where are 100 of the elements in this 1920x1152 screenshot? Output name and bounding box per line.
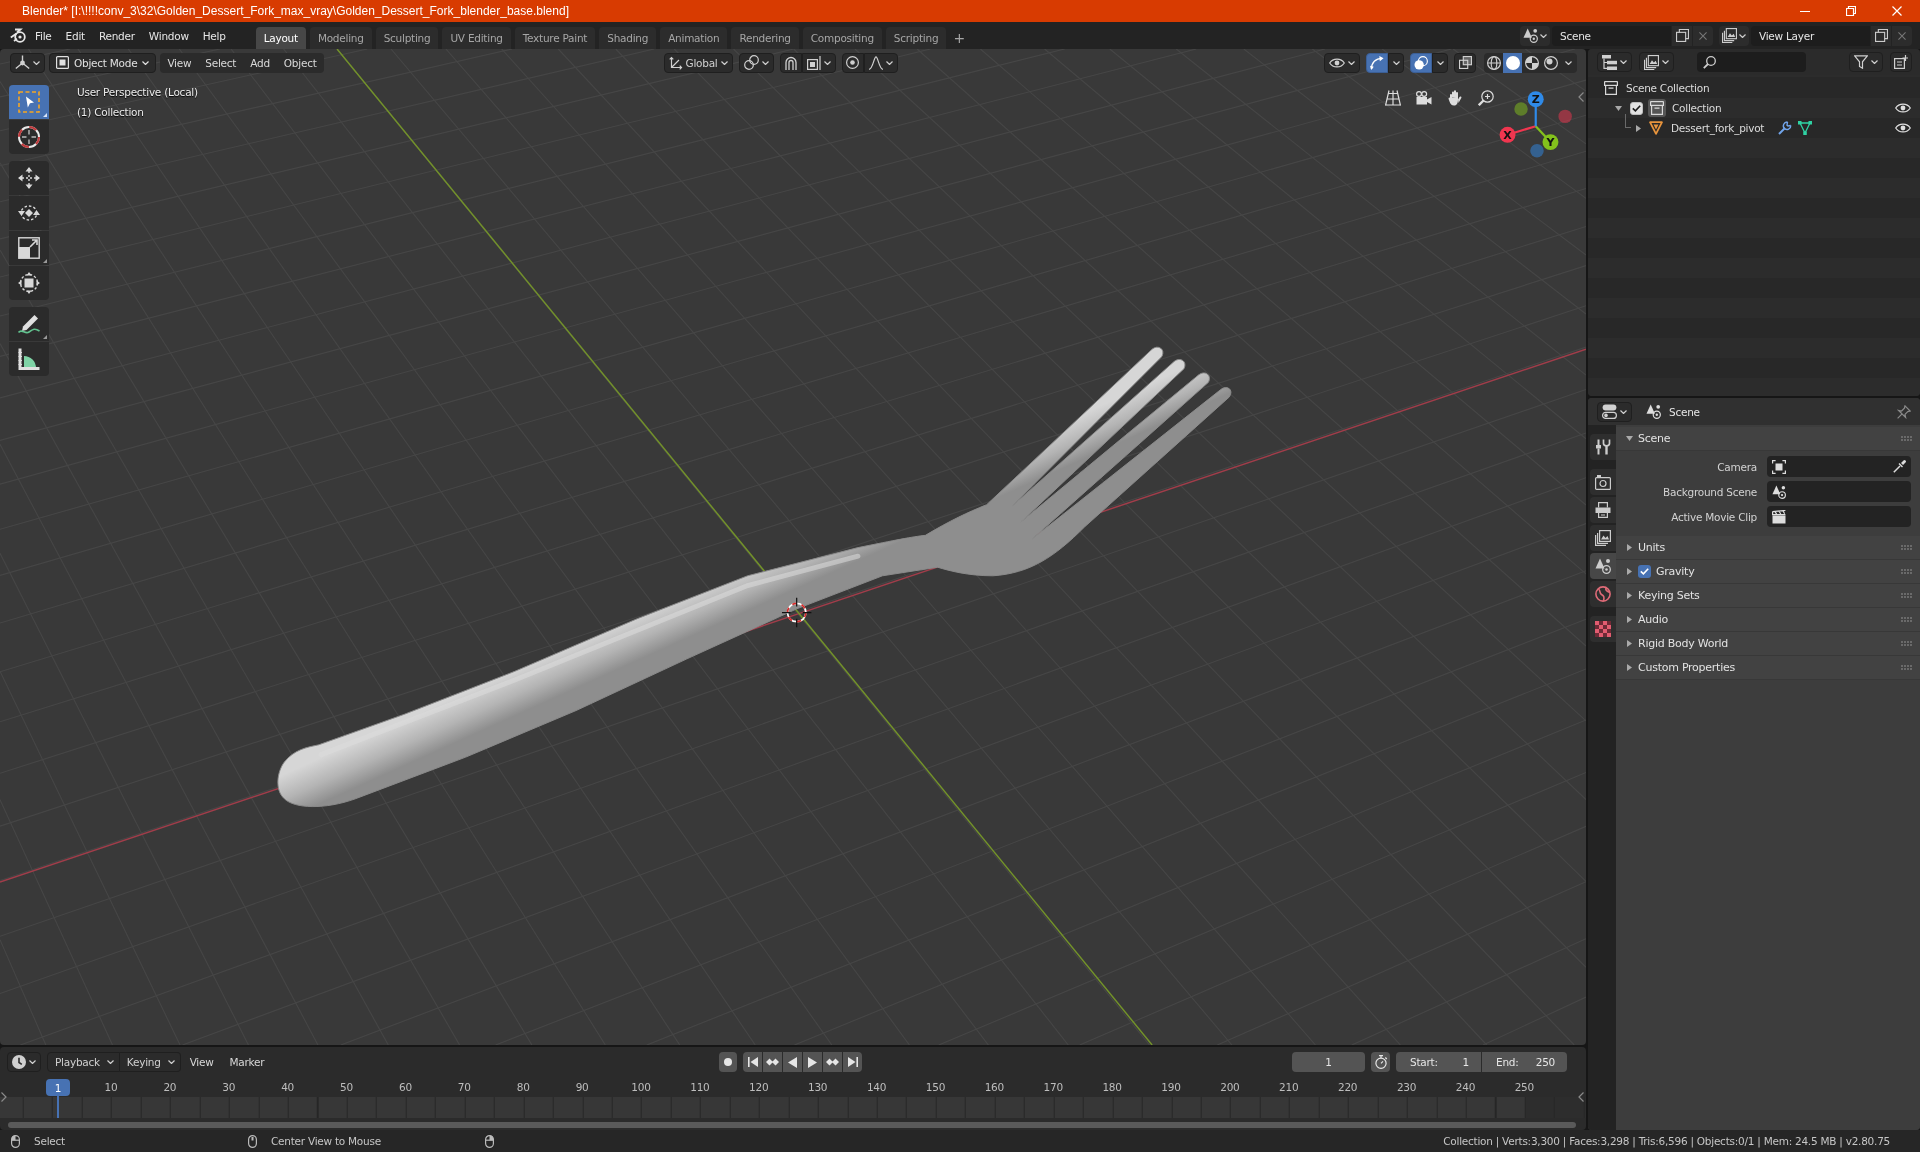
- start-frame-field[interactable]: Start: 1: [1396, 1052, 1481, 1072]
- preview-range-button[interactable]: [1371, 1052, 1390, 1072]
- overlay-toggle[interactable]: [1410, 52, 1432, 73]
- cursor-tool[interactable]: [9, 120, 49, 154]
- workspace-tab[interactable]: Modeling: [309, 27, 372, 49]
- menu-item[interactable]: File: [28, 25, 59, 46]
- camera-field[interactable]: [1767, 456, 1911, 477]
- menu-item[interactable]: View: [182, 1052, 221, 1072]
- mode-dropdown[interactable]: Object Mode: [49, 52, 157, 73]
- pivot-dropdown[interactable]: [738, 52, 774, 73]
- panel-header[interactable]: Rigid Body World: [1616, 632, 1920, 656]
- checkbox[interactable]: [1638, 565, 1651, 578]
- add-workspace-button[interactable]: +: [950, 27, 969, 49]
- shading-options-dropdown[interactable]: [1560, 52, 1577, 73]
- chevron-right-icon[interactable]: [1, 1092, 7, 1102]
- menu-item[interactable]: Select: [198, 52, 244, 73]
- panel-header[interactable]: Scene: [1616, 427, 1920, 451]
- select-box-tool[interactable]: [9, 85, 49, 119]
- disclosure-triangle-icon[interactable]: [1634, 124, 1642, 132]
- annotate-tool[interactable]: [9, 307, 49, 341]
- new-collection-button[interactable]: [1890, 52, 1912, 72]
- orientation-dropdown[interactable]: Global: [663, 52, 733, 73]
- move-tool[interactable]: [9, 161, 49, 195]
- workspace-tab[interactable]: Shading: [599, 27, 657, 49]
- search-field[interactable]: [1697, 52, 1806, 72]
- scene-browse-button[interactable]: [1520, 25, 1550, 46]
- menu-item[interactable]: Help: [195, 25, 233, 46]
- chevron-left-icon[interactable]: [1578, 92, 1584, 102]
- workspace-tab[interactable]: UV Editing: [442, 27, 511, 49]
- view-layer-tab[interactable]: [1590, 525, 1616, 551]
- texture-tab[interactable]: [1590, 616, 1616, 642]
- axis-handle[interactable]: X: [1499, 125, 1537, 143]
- material-shading-button[interactable]: [1522, 52, 1541, 73]
- axis-handle[interactable]: Z: [1527, 91, 1544, 127]
- editor-type-button[interactable]: [10, 52, 45, 73]
- menu-item[interactable]: Add: [243, 52, 277, 73]
- next-keyframe-button[interactable]: [823, 1052, 843, 1072]
- world-tab[interactable]: [1590, 581, 1616, 607]
- panel-header[interactable]: Keying Sets: [1616, 584, 1920, 608]
- outliner-item[interactable]: Dessert_fork_pivot: [1671, 122, 1765, 134]
- snap-toggle[interactable]: [779, 52, 802, 73]
- play-button[interactable]: [803, 1052, 823, 1072]
- menu-item[interactable]: Window: [141, 25, 196, 46]
- negative-axis-handle[interactable]: [1514, 102, 1528, 116]
- outliner-item[interactable]: Collection: [1672, 102, 1722, 114]
- duplicate-button[interactable]: [1672, 25, 1692, 46]
- checkbox[interactable]: [1630, 101, 1643, 115]
- jump-to-end-button[interactable]: [843, 1052, 863, 1072]
- workspace-tab[interactable]: Animation: [660, 27, 728, 49]
- remove-button[interactable]: [1693, 25, 1713, 46]
- scene-name-field[interactable]: Scene: [1552, 25, 1671, 46]
- eye-icon[interactable]: [1895, 102, 1911, 114]
- panel-header[interactable]: Audio: [1616, 608, 1920, 632]
- chevron-left-icon[interactable]: [1578, 1092, 1584, 1102]
- panel-header[interactable]: Gravity: [1616, 560, 1920, 584]
- panel-header[interactable]: Units: [1616, 536, 1920, 560]
- scale-tool[interactable]: [9, 231, 49, 265]
- view-layer-dropdown[interactable]: [1639, 52, 1674, 72]
- xray-toggle[interactable]: [1454, 52, 1476, 73]
- remove-button[interactable]: [1892, 25, 1912, 46]
- negative-axis-handle[interactable]: [1530, 143, 1544, 158]
- tool-settings-tab[interactable]: [1590, 434, 1616, 460]
- axis-handle[interactable]: Y: [1534, 125, 1559, 151]
- menu-item[interactable]: Object: [276, 52, 324, 73]
- editor-type-button[interactable]: [7, 1052, 41, 1072]
- visibility-dropdown[interactable]: [1324, 52, 1360, 73]
- menu-dropdown[interactable]: Keying: [119, 1052, 181, 1072]
- eye-icon[interactable]: [1895, 122, 1911, 134]
- gizmo-options-dropdown[interactable]: [1388, 52, 1404, 73]
- current-frame-field[interactable]: 1: [1292, 1052, 1365, 1072]
- duplicate-button[interactable]: [1871, 25, 1891, 46]
- menu-dropdown[interactable]: Playback: [47, 1052, 120, 1072]
- pin-button[interactable]: [1895, 402, 1913, 421]
- gizmo-toggle[interactable]: [1366, 52, 1388, 73]
- playhead[interactable]: 1: [46, 1079, 70, 1118]
- filter-dropdown[interactable]: [1849, 52, 1883, 72]
- menu-item[interactable]: Render: [91, 25, 142, 46]
- display-mode-dropdown[interactable]: [1597, 52, 1632, 72]
- jump-to-start-button[interactable]: [743, 1052, 763, 1072]
- workspace-tab[interactable]: Texture Paint: [514, 27, 596, 49]
- wireframe-shading-button[interactable]: [1484, 52, 1503, 73]
- timeline-scrollbar[interactable]: [8, 1122, 1576, 1128]
- scene-tab[interactable]: [1590, 553, 1616, 579]
- editor-type-button[interactable]: [1597, 401, 1632, 422]
- workspace-tab[interactable]: Scripting: [885, 27, 947, 49]
- menu-item[interactable]: Marker: [222, 1052, 272, 1072]
- transform-tool[interactable]: [9, 266, 49, 300]
- render-tab[interactable]: [1590, 469, 1616, 495]
- end-frame-field[interactable]: End: 250: [1482, 1052, 1567, 1072]
- solid-shading-button[interactable]: [1503, 52, 1522, 73]
- outliner-item[interactable]: Scene Collection: [1626, 82, 1710, 94]
- previous-keyframe-button[interactable]: [763, 1052, 783, 1072]
- output-tab[interactable]: [1590, 497, 1616, 523]
- play-reverse-button[interactable]: [783, 1052, 803, 1072]
- menu-item[interactable]: View: [160, 52, 199, 73]
- disclosure-triangle-icon[interactable]: [1614, 104, 1622, 112]
- falloff-dropdown[interactable]: [863, 52, 898, 73]
- proportional-edit-toggle[interactable]: [841, 52, 864, 73]
- workspace-tab[interactable]: Rendering: [731, 27, 799, 49]
- view-layer-name-field[interactable]: View Layer: [1751, 25, 1870, 46]
